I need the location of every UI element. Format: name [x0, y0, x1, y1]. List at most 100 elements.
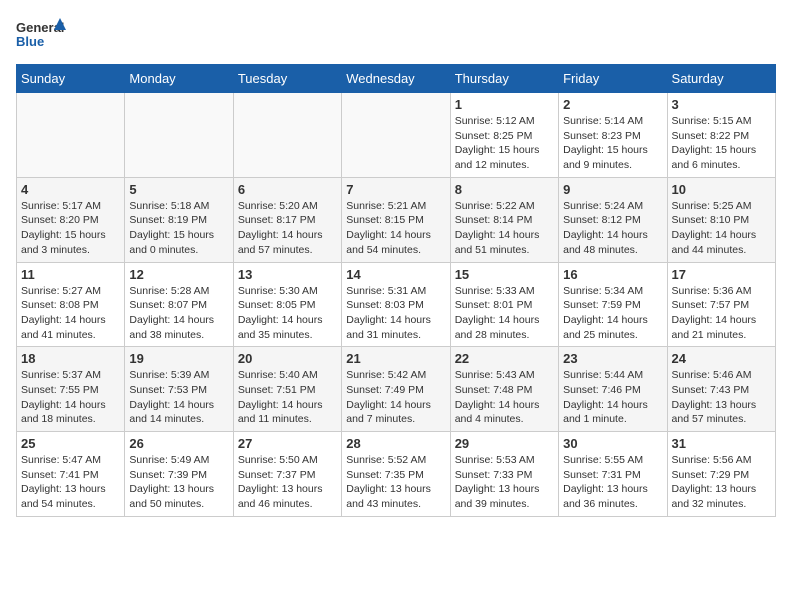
day-header-monday: Monday [125, 65, 233, 93]
calendar-cell: 16 Sunrise: 5:34 AM Sunset: 7:59 PM Dayli… [559, 262, 667, 347]
day-number: 1 [455, 97, 554, 112]
calendar-cell: 10 Sunrise: 5:25 AM Sunset: 8:10 PM Dayli… [667, 177, 775, 262]
day-info: Sunrise: 5:31 AM Sunset: 8:03 PM Dayligh… [346, 284, 445, 343]
calendar-cell: 11Sunrise: 5:27 AM Sunset: 8:08 PM Dayli… [17, 262, 125, 347]
day-info: Sunrise: 5:52 AM Sunset: 7:35 PM Dayligh… [346, 453, 445, 512]
day-info: Sunrise: 5:49 AM Sunset: 7:39 PM Dayligh… [129, 453, 228, 512]
week-row-1: 1 Sunrise: 5:12 AM Sunset: 8:25 PM Daylig… [17, 93, 776, 178]
calendar-cell [233, 93, 341, 178]
logo: General Blue [16, 16, 66, 56]
calendar-cell: 24 Sunrise: 5:46 AM Sunset: 7:43 PM Dayli… [667, 347, 775, 432]
day-number: 9 [563, 182, 662, 197]
day-info: Sunrise: 5:25 AM Sunset: 8:10 PM Dayligh… [672, 199, 771, 258]
day-info: Sunrise: 5:12 AM Sunset: 8:25 PM Dayligh… [455, 114, 554, 173]
day-number: 10 [672, 182, 771, 197]
calendar-cell: 26 Sunrise: 5:49 AM Sunset: 7:39 PM Dayli… [125, 432, 233, 517]
day-number: 19 [129, 351, 228, 366]
day-number: 5 [129, 182, 228, 197]
day-info: Sunrise: 5:34 AM Sunset: 7:59 PM Dayligh… [563, 284, 662, 343]
calendar-cell: 8 Sunrise: 5:22 AM Sunset: 8:14 PM Daylig… [450, 177, 558, 262]
day-number: 24 [672, 351, 771, 366]
day-number: 21 [346, 351, 445, 366]
calendar-cell: 18 Sunrise: 5:37 AM Sunset: 7:55 PM Dayli… [17, 347, 125, 432]
day-number: 15 [455, 267, 554, 282]
calendar-cell: 29Sunrise: 5:53 AM Sunset: 7:33 PM Dayli… [450, 432, 558, 517]
day-info: Sunrise: 5:50 AM Sunset: 7:37 PM Dayligh… [238, 453, 337, 512]
day-number: 26 [129, 436, 228, 451]
day-info: Sunrise: 5:24 AM Sunset: 8:12 PM Dayligh… [563, 199, 662, 258]
day-number: 8 [455, 182, 554, 197]
calendar-cell: 3 Sunrise: 5:15 AM Sunset: 8:22 PM Daylig… [667, 93, 775, 178]
day-number: 11 [21, 267, 120, 282]
day-number: 2 [563, 97, 662, 112]
day-info: Sunrise: 5:15 AM Sunset: 8:22 PM Dayligh… [672, 114, 771, 173]
day-header-tuesday: Tuesday [233, 65, 341, 93]
day-number: 28 [346, 436, 445, 451]
day-number: 18 [21, 351, 120, 366]
week-row-3: 11Sunrise: 5:27 AM Sunset: 8:08 PM Dayli… [17, 262, 776, 347]
day-number: 4 [21, 182, 120, 197]
day-info: Sunrise: 5:39 AM Sunset: 7:53 PM Dayligh… [129, 368, 228, 427]
day-info: Sunrise: 5:14 AM Sunset: 8:23 PM Dayligh… [563, 114, 662, 173]
day-number: 29 [455, 436, 554, 451]
day-info: Sunrise: 5:36 AM Sunset: 7:57 PM Dayligh… [672, 284, 771, 343]
svg-text:Blue: Blue [16, 34, 44, 49]
day-info: Sunrise: 5:47 AM Sunset: 7:41 PM Dayligh… [21, 453, 120, 512]
calendar-cell: 20 Sunrise: 5:40 AM Sunset: 7:51 PM Dayli… [233, 347, 341, 432]
day-info: Sunrise: 5:56 AM Sunset: 7:29 PM Dayligh… [672, 453, 771, 512]
week-row-5: 25Sunrise: 5:47 AM Sunset: 7:41 PM Dayli… [17, 432, 776, 517]
day-number: 27 [238, 436, 337, 451]
day-info: Sunrise: 5:43 AM Sunset: 7:48 PM Dayligh… [455, 368, 554, 427]
day-info: Sunrise: 5:28 AM Sunset: 8:07 PM Dayligh… [129, 284, 228, 343]
calendar-cell: 4 Sunrise: 5:17 AM Sunset: 8:20 PM Daylig… [17, 177, 125, 262]
day-header-sunday: Sunday [17, 65, 125, 93]
calendar-cell: 22Sunrise: 5:43 AM Sunset: 7:48 PM Dayli… [450, 347, 558, 432]
day-info: Sunrise: 5:20 AM Sunset: 8:17 PM Dayligh… [238, 199, 337, 258]
day-info: Sunrise: 5:33 AM Sunset: 8:01 PM Dayligh… [455, 284, 554, 343]
calendar-cell [125, 93, 233, 178]
calendar-cell: 6Sunrise: 5:20 AM Sunset: 8:17 PM Daylig… [233, 177, 341, 262]
day-number: 23 [563, 351, 662, 366]
day-info: Sunrise: 5:55 AM Sunset: 7:31 PM Dayligh… [563, 453, 662, 512]
day-number: 12 [129, 267, 228, 282]
day-headers-row: SundayMondayTuesdayWednesdayThursdayFrid… [17, 65, 776, 93]
calendar-cell: 25Sunrise: 5:47 AM Sunset: 7:41 PM Dayli… [17, 432, 125, 517]
day-number: 13 [238, 267, 337, 282]
day-info: Sunrise: 5:42 AM Sunset: 7:49 PM Dayligh… [346, 368, 445, 427]
day-number: 3 [672, 97, 771, 112]
calendar-cell: 9 Sunrise: 5:24 AM Sunset: 8:12 PM Daylig… [559, 177, 667, 262]
day-info: Sunrise: 5:40 AM Sunset: 7:51 PM Dayligh… [238, 368, 337, 427]
calendar-cell: 5 Sunrise: 5:18 AM Sunset: 8:19 PM Daylig… [125, 177, 233, 262]
day-info: Sunrise: 5:21 AM Sunset: 8:15 PM Dayligh… [346, 199, 445, 258]
calendar-cell: 12 Sunrise: 5:28 AM Sunset: 8:07 PM Dayli… [125, 262, 233, 347]
day-number: 16 [563, 267, 662, 282]
day-info: Sunrise: 5:46 AM Sunset: 7:43 PM Dayligh… [672, 368, 771, 427]
week-row-4: 18 Sunrise: 5:37 AM Sunset: 7:55 PM Dayli… [17, 347, 776, 432]
day-info: Sunrise: 5:17 AM Sunset: 8:20 PM Dayligh… [21, 199, 120, 258]
calendar-cell: 13 Sunrise: 5:30 AM Sunset: 8:05 PM Dayli… [233, 262, 341, 347]
calendar-cell: 30Sunrise: 5:55 AM Sunset: 7:31 PM Dayli… [559, 432, 667, 517]
calendar-cell: 1 Sunrise: 5:12 AM Sunset: 8:25 PM Daylig… [450, 93, 558, 178]
day-number: 20 [238, 351, 337, 366]
calendar-cell: 27 Sunrise: 5:50 AM Sunset: 7:37 PM Dayli… [233, 432, 341, 517]
calendar-cell: 21 Sunrise: 5:42 AM Sunset: 7:49 PM Dayli… [342, 347, 450, 432]
day-number: 14 [346, 267, 445, 282]
day-number: 7 [346, 182, 445, 197]
day-header-thursday: Thursday [450, 65, 558, 93]
calendar-cell: 28 Sunrise: 5:52 AM Sunset: 7:35 PM Dayli… [342, 432, 450, 517]
logo-svg: General Blue [16, 16, 66, 56]
calendar-cell: 7 Sunrise: 5:21 AM Sunset: 8:15 PM Daylig… [342, 177, 450, 262]
week-row-2: 4 Sunrise: 5:17 AM Sunset: 8:20 PM Daylig… [17, 177, 776, 262]
calendar-cell: 31Sunrise: 5:56 AM Sunset: 7:29 PM Dayli… [667, 432, 775, 517]
calendar-cell: 23Sunrise: 5:44 AM Sunset: 7:46 PM Dayli… [559, 347, 667, 432]
day-header-saturday: Saturday [667, 65, 775, 93]
day-number: 17 [672, 267, 771, 282]
day-header-friday: Friday [559, 65, 667, 93]
day-info: Sunrise: 5:18 AM Sunset: 8:19 PM Dayligh… [129, 199, 228, 258]
calendar-cell: 15 Sunrise: 5:33 AM Sunset: 8:01 PM Dayli… [450, 262, 558, 347]
day-info: Sunrise: 5:22 AM Sunset: 8:14 PM Dayligh… [455, 199, 554, 258]
day-info: Sunrise: 5:30 AM Sunset: 8:05 PM Dayligh… [238, 284, 337, 343]
calendar-cell: 2 Sunrise: 5:14 AM Sunset: 8:23 PM Daylig… [559, 93, 667, 178]
day-info: Sunrise: 5:37 AM Sunset: 7:55 PM Dayligh… [21, 368, 120, 427]
header: General Blue [16, 16, 776, 56]
